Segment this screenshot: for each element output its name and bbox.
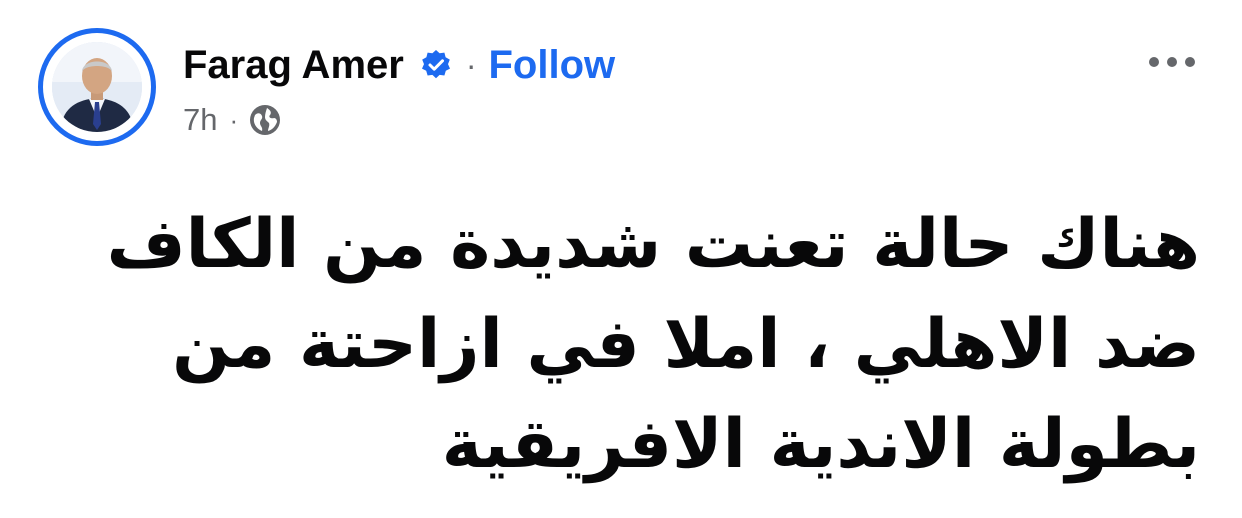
post-text: هناك حالة تعنت شديدة من الكاف ضد الاهلي … (106, 205, 1200, 484)
post-time[interactable]: 7h (183, 102, 217, 138)
more-options-button[interactable] (1146, 52, 1198, 72)
author-line: Farag Amer · Follow (183, 40, 615, 90)
globe-icon[interactable] (248, 103, 282, 137)
avatar[interactable] (38, 28, 156, 146)
author-name[interactable]: Farag Amer (183, 43, 404, 88)
more-dots-icon (1149, 57, 1195, 67)
follow-button[interactable]: Follow (488, 43, 615, 88)
separator-dot: · (229, 104, 239, 135)
verified-badge-icon (420, 49, 452, 81)
avatar-photo (52, 42, 142, 132)
separator-dot: · (465, 46, 477, 83)
post-header: Farag Amer · Follow 7h · (38, 28, 1208, 152)
post-meta: 7h · (183, 100, 282, 140)
